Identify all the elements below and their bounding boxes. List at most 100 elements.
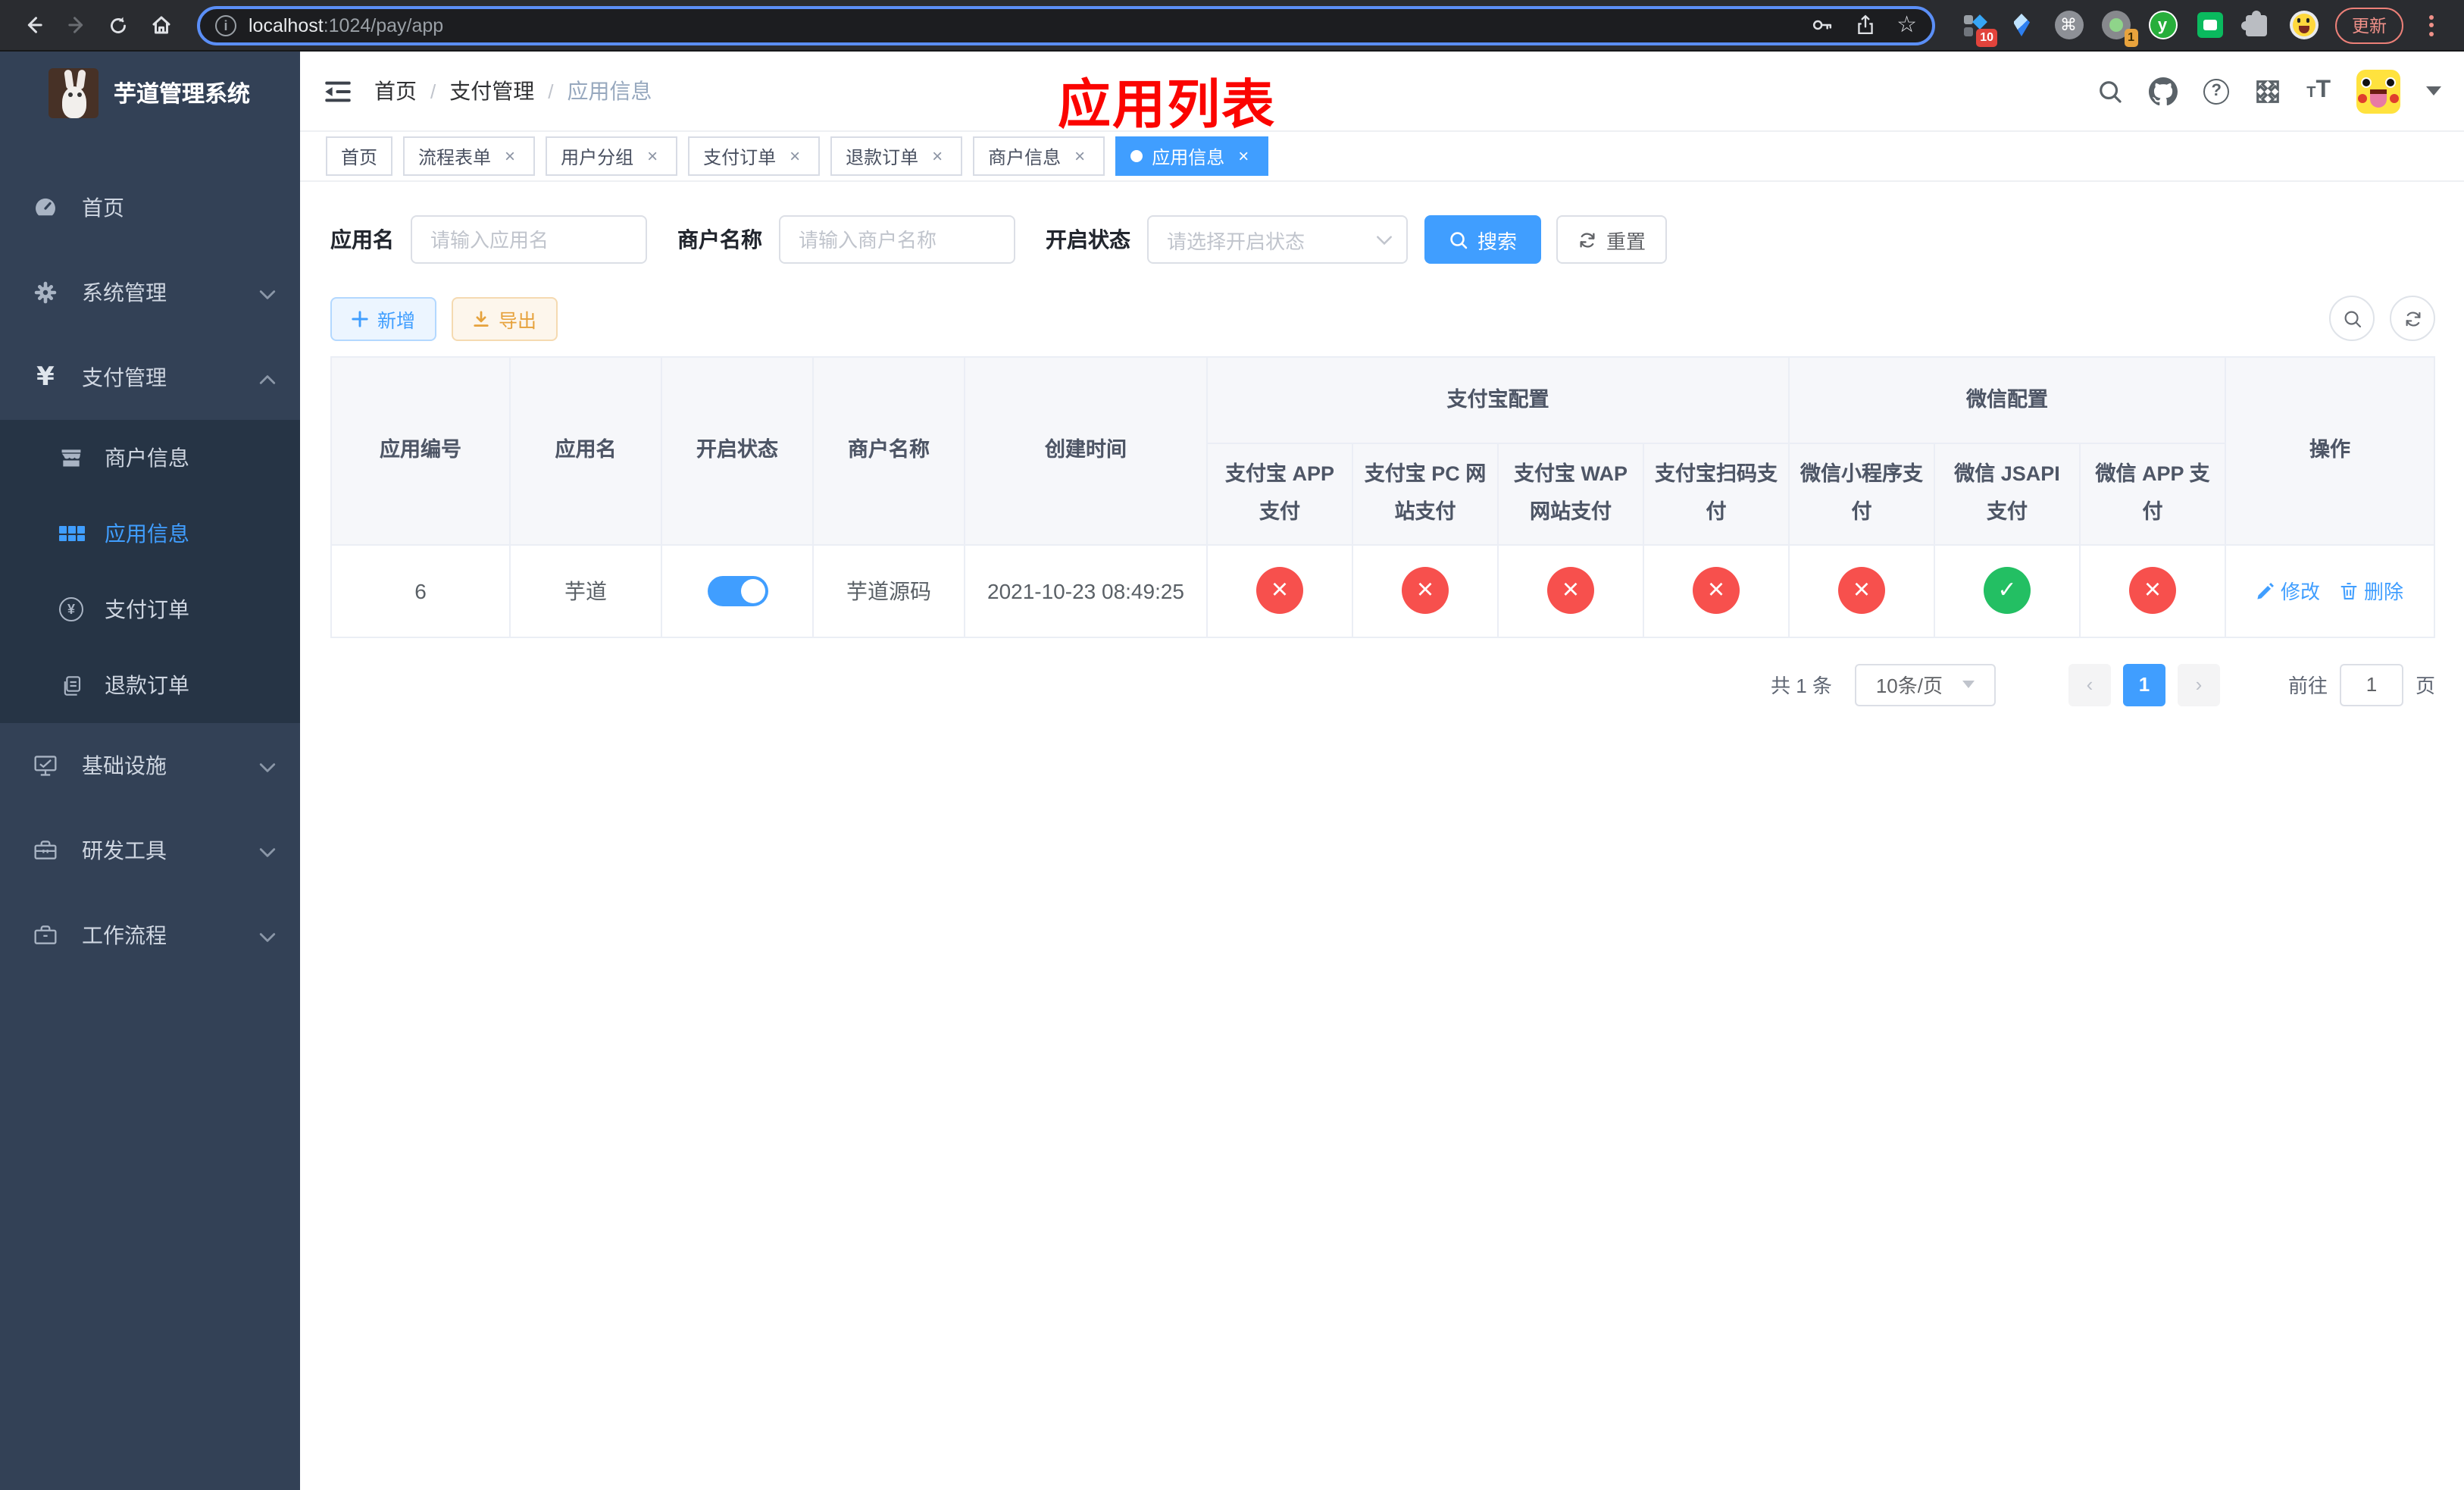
chat-extension-icon[interactable]	[2194, 10, 2225, 40]
cell-merchant: 芋道源码	[812, 543, 965, 638]
proxy-extension-icon[interactable]: 1	[2100, 10, 2138, 46]
sidebar-item-workflow[interactable]: 工作流程	[0, 893, 300, 978]
profile-avatar[interactable]	[2288, 10, 2319, 40]
monitor-icon	[32, 753, 59, 778]
prev-page-button[interactable]: ‹	[2068, 663, 2111, 706]
dashboard-icon	[32, 196, 59, 220]
address-bar[interactable]: i localhost:1024/pay/app ☆	[197, 5, 1935, 45]
browser-back-button[interactable]	[15, 7, 52, 43]
reload-icon	[111, 16, 126, 33]
tab-user-group[interactable]: 用户分组	[546, 136, 678, 176]
screen: i localhost:1024/pay/app ☆ 10 ⌘ 1 y 更新 芋…	[0, 0, 2464, 1490]
filter-form: 应用名 商户名称 开启状态 请选择开启状态	[330, 215, 2435, 264]
browser-reload-button[interactable]	[100, 7, 136, 43]
wechat-jsapi-status-icon	[1984, 567, 2031, 615]
wechat-app-status-icon	[2129, 567, 2176, 615]
sidebar-collapse-icon[interactable]	[323, 77, 353, 105]
header-actions: ? TT	[2097, 69, 2441, 113]
sidebar-item-refund-order[interactable]: 退款订单	[0, 647, 300, 723]
goto-suffix: 页	[2415, 675, 2435, 698]
command-extension-icon[interactable]: ⌘	[2053, 10, 2084, 40]
back-icon	[27, 17, 42, 33]
toggle-search-button[interactable]	[2329, 296, 2375, 341]
chrome-update-button[interactable]: 更新	[2335, 7, 2403, 43]
forward-icon	[67, 17, 83, 33]
add-button[interactable]: 新增	[330, 296, 437, 340]
user-avatar[interactable]	[2356, 69, 2400, 113]
sidebar-item-system[interactable]: 系统管理	[0, 250, 300, 335]
sidebar-item-devtools[interactable]: 研发工具	[0, 808, 300, 893]
edit-link[interactable]: 修改	[2256, 577, 2320, 606]
app-title: 芋道管理系统	[114, 82, 251, 108]
breadcrumb-home[interactable]: 首页	[374, 76, 417, 106]
app-logo[interactable]: 芋道管理系统	[0, 52, 300, 135]
table-row: 6 芋道 芋道源码 2021-10-23 08:49:25 × × × × × …	[330, 543, 2435, 638]
tab-process-form[interactable]: 流程表单	[403, 136, 536, 176]
extension-badge: 10	[1976, 28, 1997, 46]
grid-extension-icon[interactable]: 10	[1959, 10, 1997, 46]
status-select[interactable]: 请选择开启状态	[1147, 215, 1408, 264]
next-page-button[interactable]: ›	[2177, 663, 2220, 706]
search-button[interactable]: 搜索	[1424, 215, 1542, 264]
export-button[interactable]: 导出	[452, 296, 558, 340]
browser-menu-icon[interactable]	[2420, 14, 2443, 36]
page-size-select[interactable]: 10条/页	[1854, 663, 1996, 706]
status-toggle[interactable]	[707, 575, 768, 606]
refresh-icon	[1580, 232, 1595, 247]
browser-forward-button[interactable]	[58, 7, 94, 43]
merchant-name-input[interactable]	[779, 215, 1015, 264]
annotation-title: 应用列表	[1058, 76, 1277, 135]
font-size-icon[interactable]: TT	[2306, 78, 2331, 103]
tab-close-icon[interactable]	[785, 146, 805, 166]
download-icon	[474, 310, 489, 326]
tab-close-icon[interactable]	[1234, 146, 1253, 166]
sidebar-item-payment[interactable]: ¥ 支付管理	[0, 335, 300, 420]
avatar-dropdown-caret[interactable]	[2426, 86, 2441, 103]
kite-extension-icon[interactable]	[2006, 10, 2037, 40]
coin-yen-icon: ¥	[58, 597, 85, 621]
tab-close-icon[interactable]	[643, 146, 662, 166]
y-extension-icon[interactable]: y	[2147, 10, 2178, 40]
page-header: 首页 / 支付管理 / 应用信息 应用列表 ? TT	[300, 52, 2464, 135]
documents-icon	[58, 674, 85, 696]
tab-refund-order[interactable]: 退款订单	[830, 136, 963, 176]
breadcrumb-payment[interactable]: 支付管理	[449, 76, 534, 106]
refresh-table-button[interactable]	[2390, 296, 2435, 341]
help-icon[interactable]: ?	[2203, 78, 2230, 104]
tab-home[interactable]: 首页	[326, 136, 393, 176]
col-operations: 操作	[2225, 356, 2435, 546]
password-key-icon[interactable]	[1810, 14, 1833, 36]
tab-merchant-info[interactable]: 商户信息	[973, 136, 1105, 176]
app-window: 芋道管理系统 首页 系统管理 ¥ 支付管理 商户信息 应用信息 ¥ 支付订单 退…	[0, 52, 2464, 1490]
tab-pay-order[interactable]: 支付订单	[688, 136, 821, 176]
extensions-puzzle-icon[interactable]	[2241, 10, 2272, 40]
tab-close-icon[interactable]	[927, 146, 947, 166]
cell-app-name: 芋道	[509, 543, 662, 638]
col-alipay-app: 支付宝 APP 支付	[1206, 443, 1353, 546]
main-area: 首页 / 支付管理 / 应用信息 应用列表 ? TT 首页 流程表单 × 用户分…	[300, 52, 2464, 1490]
search-icon[interactable]	[2097, 78, 2123, 104]
extension-badge: 1	[2124, 28, 2138, 46]
merchant-name-label: 商户名称	[677, 227, 762, 252]
share-icon[interactable]	[1854, 14, 1875, 36]
sidebar-item-home[interactable]: 首页	[0, 165, 300, 250]
breadcrumb: 首页 / 支付管理 / 应用信息	[374, 76, 652, 106]
payment-submenu: 商户信息 应用信息 ¥ 支付订单 退款订单	[0, 420, 300, 723]
fullscreen-icon[interactable]	[2255, 78, 2281, 104]
sidebar-item-infrastructure[interactable]: 基础设施	[0, 723, 300, 808]
reset-button[interactable]: 重置	[1556, 215, 1668, 264]
browser-home-button[interactable]	[142, 7, 179, 43]
sidebar-item-pay-order[interactable]: ¥ 支付订单	[0, 571, 300, 647]
delete-link[interactable]: 删除	[2340, 577, 2403, 606]
goto-page-input[interactable]	[2339, 663, 2403, 706]
bookmark-star-icon[interactable]: ☆	[1896, 14, 1917, 36]
app-name-input[interactable]	[411, 215, 647, 264]
sidebar-item-app-info[interactable]: 应用信息	[0, 496, 300, 571]
page-number-1[interactable]: 1	[2122, 663, 2165, 706]
github-icon[interactable]	[2149, 77, 2178, 105]
site-info-icon[interactable]: i	[215, 14, 236, 36]
tab-app-info[interactable]: 应用信息	[1115, 136, 1269, 176]
sidebar-item-merchant-info[interactable]: 商户信息	[0, 420, 300, 496]
tab-close-icon[interactable]	[500, 146, 520, 166]
tab-close-icon[interactable]	[1070, 146, 1090, 166]
